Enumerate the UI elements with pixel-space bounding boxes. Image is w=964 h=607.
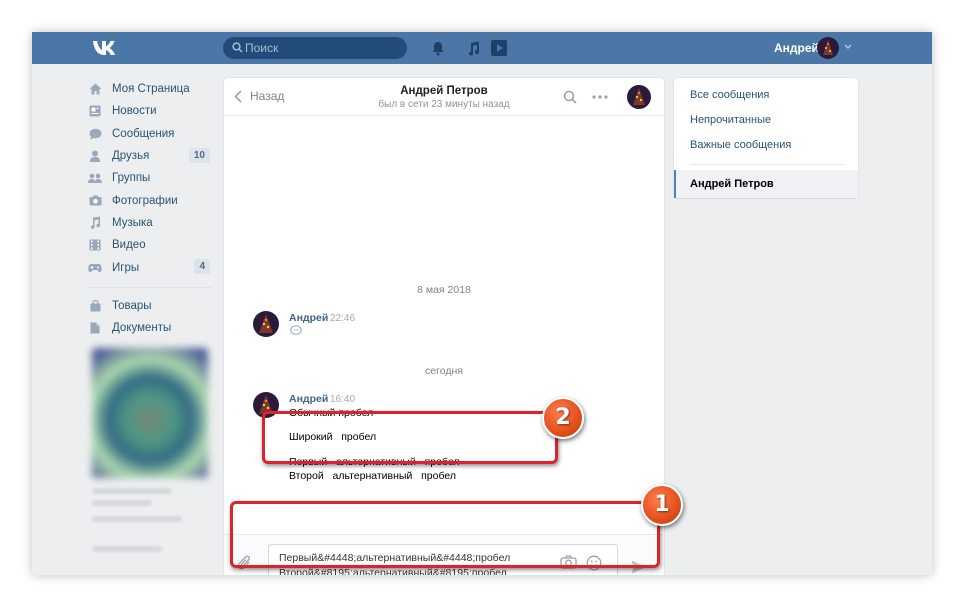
ad-text-blurred (92, 546, 162, 552)
messages-filter-menu: Все сообщения Непрочитанные Важные сообщ… (674, 78, 858, 198)
chat-header: Назад Андрей Петров был в сети 23 минуты… (224, 78, 664, 116)
menu-divider (690, 164, 844, 165)
sidebar-item-label: Группы (112, 172, 151, 185)
sidebar-item-friends[interactable]: Друзья 10 (88, 145, 212, 167)
groups-icon (88, 171, 102, 185)
search-input[interactable] (245, 39, 395, 57)
author-avatar[interactable] (253, 311, 279, 337)
sidebar-item-news[interactable]: Новости (88, 100, 212, 122)
sidebar-item-label: Товары (112, 299, 152, 312)
header-user-name[interactable]: Андрей (774, 41, 819, 55)
sidebar-item-video[interactable]: Видео (88, 234, 212, 256)
gamepad-icon (88, 261, 102, 275)
sidebar-item-games[interactable]: Игры 4 (88, 256, 212, 278)
sidebar-item-groups[interactable]: Группы (88, 167, 212, 189)
bell-icon[interactable] (431, 41, 445, 56)
menu-item-important[interactable]: Важные сообщения (690, 139, 791, 151)
sidebar-item-label: Игры (112, 261, 140, 274)
message-author[interactable]: Андрей (289, 312, 328, 324)
step-marker-1: 1 (641, 484, 683, 526)
news-icon (88, 104, 102, 118)
ad-text-blurred (92, 500, 152, 506)
sidebar-item-label: Документы (112, 322, 172, 335)
sidebar-item-photos[interactable]: Фотографии (88, 189, 212, 211)
document-icon (88, 321, 102, 335)
vk-logo-icon[interactable] (92, 40, 120, 56)
message-time[interactable]: 16:40 (330, 394, 355, 405)
ad-text-blurred (92, 488, 172, 494)
nav-divider (88, 286, 212, 288)
sidebar-item-label: Друзья (112, 150, 150, 163)
search-icon[interactable] (563, 90, 577, 104)
bag-icon (88, 299, 102, 313)
peer-status: был в сети 23 минуты назад (378, 99, 510, 110)
message-input-line: Второй&#8195;альтернативный&#8195;пробел (279, 567, 507, 575)
play-icon[interactable] (491, 40, 507, 56)
message-author[interactable]: Андрей (289, 393, 328, 405)
date-separator: сегодня (425, 365, 463, 377)
messages-icon (88, 127, 102, 141)
search-box[interactable] (223, 37, 407, 59)
games-count-badge: 4 (194, 259, 210, 275)
ad-text-blurred (92, 516, 182, 522)
step-marker-2: 2 (542, 397, 584, 439)
camera-icon (88, 194, 102, 208)
sidebar-item-label: Новости (112, 105, 157, 118)
sidebar-item-documents[interactable]: Документы (88, 317, 212, 339)
menu-item-unread[interactable]: Непрочитанные (690, 114, 771, 126)
message-time[interactable]: 22:46 (330, 313, 355, 324)
sidebar-item-music[interactable]: Музыка (88, 212, 212, 234)
highlight-box-1 (230, 501, 660, 568)
video-icon (88, 238, 102, 252)
chevron-down-icon[interactable] (844, 44, 852, 49)
sidebar-item-goods[interactable]: Товары (88, 295, 212, 317)
left-nav: Моя Страница Новости Сообщения Друзья 10… (88, 78, 212, 339)
header-avatar[interactable] (817, 37, 839, 59)
date-separator: 8 мая 2018 (417, 284, 471, 296)
sidebar-item-label: Музыка (112, 216, 153, 229)
message-bubble-icon (290, 325, 302, 335)
menu-item-all-messages[interactable]: Все сообщения (690, 89, 769, 101)
music-icon (88, 216, 102, 230)
sidebar-item-my-page[interactable]: Моя Страница (88, 78, 212, 100)
friends-icon (88, 149, 102, 163)
sidebar-item-messages[interactable]: Сообщения (88, 123, 212, 145)
music-note-icon[interactable] (467, 41, 480, 56)
highlight-box-2 (262, 411, 558, 464)
menu-item-label: Андрей Петров (690, 178, 774, 190)
sidebar-item-label: Моя Страница (112, 83, 190, 96)
home-icon (88, 82, 102, 96)
ad-image-blurred[interactable] (92, 348, 208, 478)
sidebar-item-label: Видео (112, 239, 146, 252)
vk-window: Андрей Моя Страница Новости Сообщения Др… (32, 32, 932, 575)
message-text-line: Второй альтернативный пробел (289, 470, 456, 482)
more-options-icon[interactable] (592, 95, 608, 99)
sidebar-item-label: Фотографии (112, 194, 178, 207)
top-bar: Андрей (32, 32, 932, 64)
search-icon (232, 42, 243, 53)
sidebar-item-label: Сообщения (112, 127, 175, 140)
friends-count-badge: 10 (188, 147, 210, 163)
menu-item-active-chat[interactable]: Андрей Петров (674, 170, 858, 198)
peer-avatar[interactable] (627, 85, 651, 109)
